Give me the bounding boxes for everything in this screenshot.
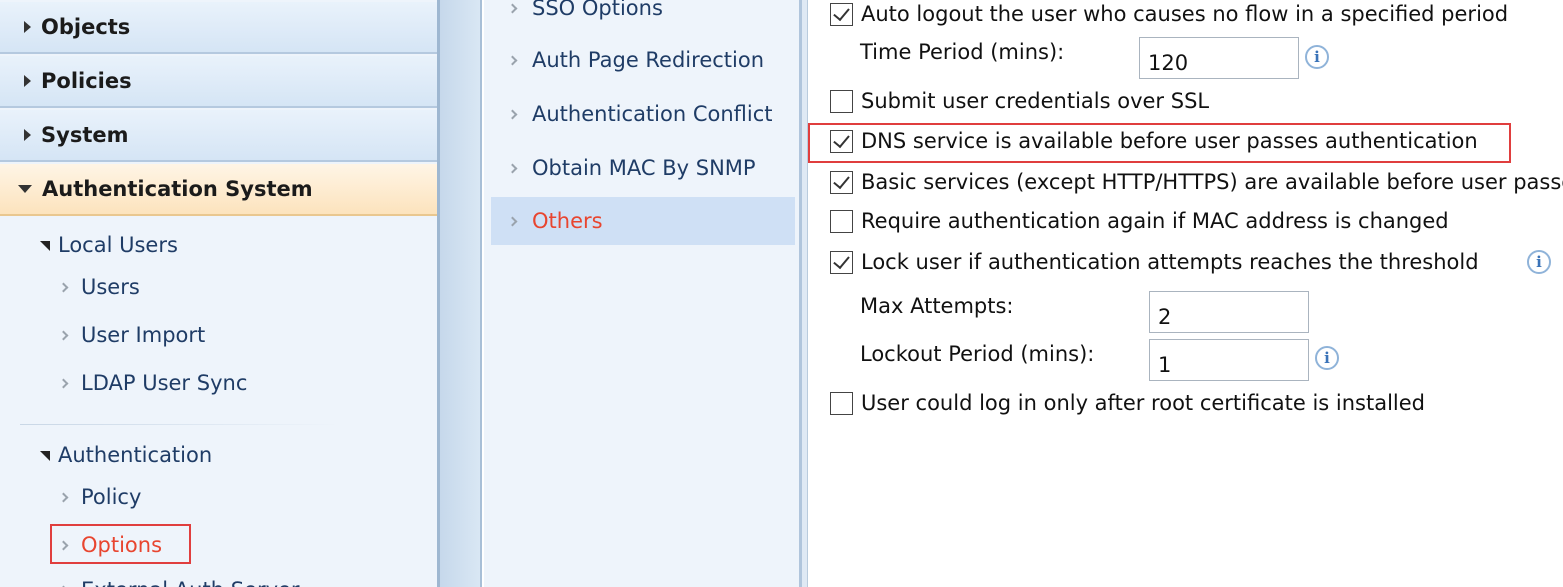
chevron-right-icon: [507, 163, 518, 173]
submenu-item-obtain-mac-by-snmp[interactable]: Obtain MAC By SNMP: [491, 144, 795, 192]
lock-user-label: Lock user if authentication attempts rea…: [861, 250, 1479, 274]
tree-item-ldap-user-sync[interactable]: LDAP User Sync: [58, 369, 248, 397]
max-attempts-label: Max Attempts:: [860, 294, 1014, 318]
basic-services-option: Basic services (except HTTP/HTTPS) are a…: [830, 168, 1563, 196]
expanded-triangle-icon: [40, 241, 50, 251]
lockout-period-label: Lockout Period (mins):: [860, 342, 1095, 366]
left-navigation: Objects Policies System Authentication S…: [0, 0, 437, 587]
lock-user-checkbox[interactable]: [830, 250, 853, 274]
require-auth-label: Require authentication again if MAC addr…: [861, 209, 1449, 233]
tree-group-label: Local Users: [58, 233, 178, 257]
root-cert-label: User could log in only after root certif…: [861, 391, 1426, 415]
nav-divider: [20, 424, 340, 425]
basic-services-label: Basic services (except HTTP/HTTPS) are a…: [861, 170, 1563, 194]
chevron-right-icon: [58, 378, 69, 388]
chevron-right-icon: [58, 330, 69, 340]
tree-item-label: External Auth Server: [81, 578, 300, 587]
nav-section-authentication-system[interactable]: Authentication System: [0, 164, 437, 216]
caret-right-icon: [24, 21, 31, 33]
auto-logout-checkbox[interactable]: [830, 2, 853, 26]
submenu-item-label: Auth Page Redirection: [532, 48, 765, 72]
caret-right-icon: [24, 75, 31, 87]
submenu-item-sso-options[interactable]: SSO Options: [491, 0, 795, 32]
submenu-item-authentication-conflict[interactable]: Authentication Conflict: [491, 90, 795, 138]
submenu-item-label: Authentication Conflict: [532, 102, 773, 126]
nav-section-policies[interactable]: Policies: [0, 56, 437, 108]
tree-item-label: Users: [81, 275, 140, 299]
auto-logout-option: Auto logout the user who causes no flow …: [830, 0, 1508, 28]
nav-section-label: Objects: [41, 15, 131, 39]
tree-item-policy[interactable]: Policy: [58, 483, 142, 511]
submenu-item-label: Obtain MAC By SNMP: [532, 156, 756, 180]
tree-item-users[interactable]: Users: [58, 273, 140, 301]
time-period-label: Time Period (mins):: [860, 40, 1065, 64]
submenu-item-auth-page-redirection[interactable]: Auth Page Redirection: [491, 36, 795, 84]
submenu-item-others[interactable]: Others: [491, 197, 795, 245]
tree-group-authentication[interactable]: Authentication: [40, 442, 212, 468]
nav-section-objects[interactable]: Objects: [0, 2, 437, 54]
tree-group-local-users[interactable]: Local Users: [40, 232, 178, 258]
info-icon[interactable]: i: [1315, 346, 1339, 370]
tree-item-user-import[interactable]: User Import: [58, 321, 206, 349]
expanded-triangle-icon: [40, 451, 50, 461]
info-icon[interactable]: i: [1527, 250, 1551, 274]
nav-section-label: Authentication System: [42, 177, 313, 201]
nav-section-label: Policies: [41, 69, 132, 93]
caret-down-icon: [18, 185, 32, 193]
chevron-right-icon: [58, 492, 69, 502]
chevron-right-icon: [507, 109, 518, 119]
submenu-border: [802, 0, 808, 587]
root-cert-checkbox[interactable]: [830, 391, 853, 415]
chevron-right-icon: [507, 3, 518, 13]
caret-right-icon: [24, 129, 31, 141]
tree-group-label: Authentication: [58, 443, 213, 467]
panel-splitter[interactable]: [440, 0, 482, 587]
tree-item-label: Policy: [81, 485, 142, 509]
submenu-item-label: SSO Options: [532, 0, 663, 20]
lockout-period-input[interactable]: [1149, 339, 1309, 381]
nav-section-system[interactable]: System: [0, 110, 437, 162]
tree-item-external-auth-server[interactable]: External Auth Server: [58, 576, 300, 587]
time-period-input[interactable]: [1139, 37, 1299, 79]
submenu-item-label: Others: [532, 209, 603, 233]
root-cert-option: User could log in only after root certif…: [830, 389, 1425, 417]
highlight-box-options: [50, 524, 191, 564]
chevron-right-icon: [507, 55, 518, 65]
tree-item-label: LDAP User Sync: [81, 371, 248, 395]
require-auth-option: Require authentication again if MAC addr…: [830, 207, 1449, 235]
highlight-box-dns-service: [808, 123, 1511, 163]
lock-user-option: Lock user if authentication attempts rea…: [830, 248, 1479, 276]
submit-ssl-checkbox[interactable]: [830, 89, 853, 113]
info-icon[interactable]: i: [1305, 45, 1329, 69]
submit-ssl-label: Submit user credentials over SSL: [861, 89, 1210, 113]
max-attempts-input[interactable]: [1149, 291, 1309, 333]
auto-logout-label: Auto logout the user who causes no flow …: [861, 2, 1509, 26]
chevron-right-icon: [58, 282, 69, 292]
chevron-right-icon: [507, 216, 518, 226]
options-submenu: SSO Options Auth Page Redirection Authen…: [484, 0, 802, 587]
require-auth-checkbox[interactable]: [830, 209, 853, 233]
submit-ssl-option: Submit user credentials over SSL: [830, 87, 1209, 115]
nav-section-label: System: [41, 123, 129, 147]
basic-services-checkbox[interactable]: [830, 170, 853, 194]
tree-item-label: User Import: [81, 323, 206, 347]
